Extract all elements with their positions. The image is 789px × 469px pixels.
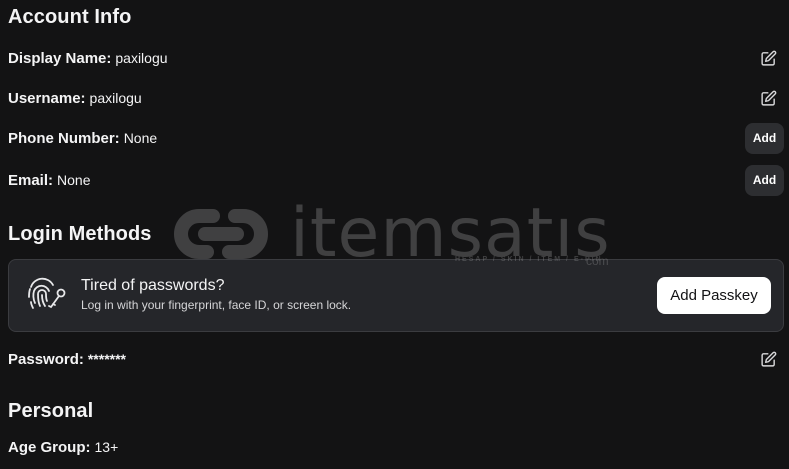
add-passkey-button[interactable]: Add Passkey [657,277,771,314]
email-row: Email: None Add [8,164,784,196]
password-row: Password: ******* [8,344,779,374]
edit-icon [760,50,776,66]
personal-heading: Personal [8,400,94,422]
passkey-card: Tired of passwords? Log in with your fin… [8,259,784,332]
edit-icon [760,90,776,106]
account-info-heading: Account Info [8,6,132,28]
edit-icon [760,351,776,367]
display-name-label: Display Name: [8,49,112,67]
edit-password-button[interactable] [757,348,779,370]
passkey-title: Tired of passwords? [81,277,225,294]
account-settings-page: Account Info Display Name: paxilogu Usern… [0,0,789,469]
add-email-button[interactable]: Add [745,164,784,196]
display-name-value: paxilogu [115,49,168,66]
edit-display-name-button[interactable] [757,47,779,69]
email-label: Email: [8,171,54,189]
fingerprint-key-icon [28,277,66,309]
age-group-value: 13+ [94,438,119,455]
edit-username-button[interactable] [757,87,779,109]
phone-number-value: None [123,129,158,146]
add-phone-button[interactable]: Add [745,122,784,154]
username-value: paxilogu [89,89,142,106]
age-group-row: Age Group: 13+ [8,432,779,462]
username-row: Username: paxilogu [8,83,779,113]
password-value: ******* [87,350,126,367]
phone-number-label: Phone Number: [8,129,120,147]
login-methods-heading: Login Methods [8,223,152,245]
passkey-description: Log in with your fingerprint, face ID, o… [81,298,352,312]
display-name-row: Display Name: paxilogu [8,43,779,73]
email-value: None [57,171,91,188]
phone-number-row: Phone Number: None Add [8,122,784,154]
password-label: Password: [8,350,84,368]
username-label: Username: [8,89,86,107]
age-group-label: Age Group: [8,438,91,456]
